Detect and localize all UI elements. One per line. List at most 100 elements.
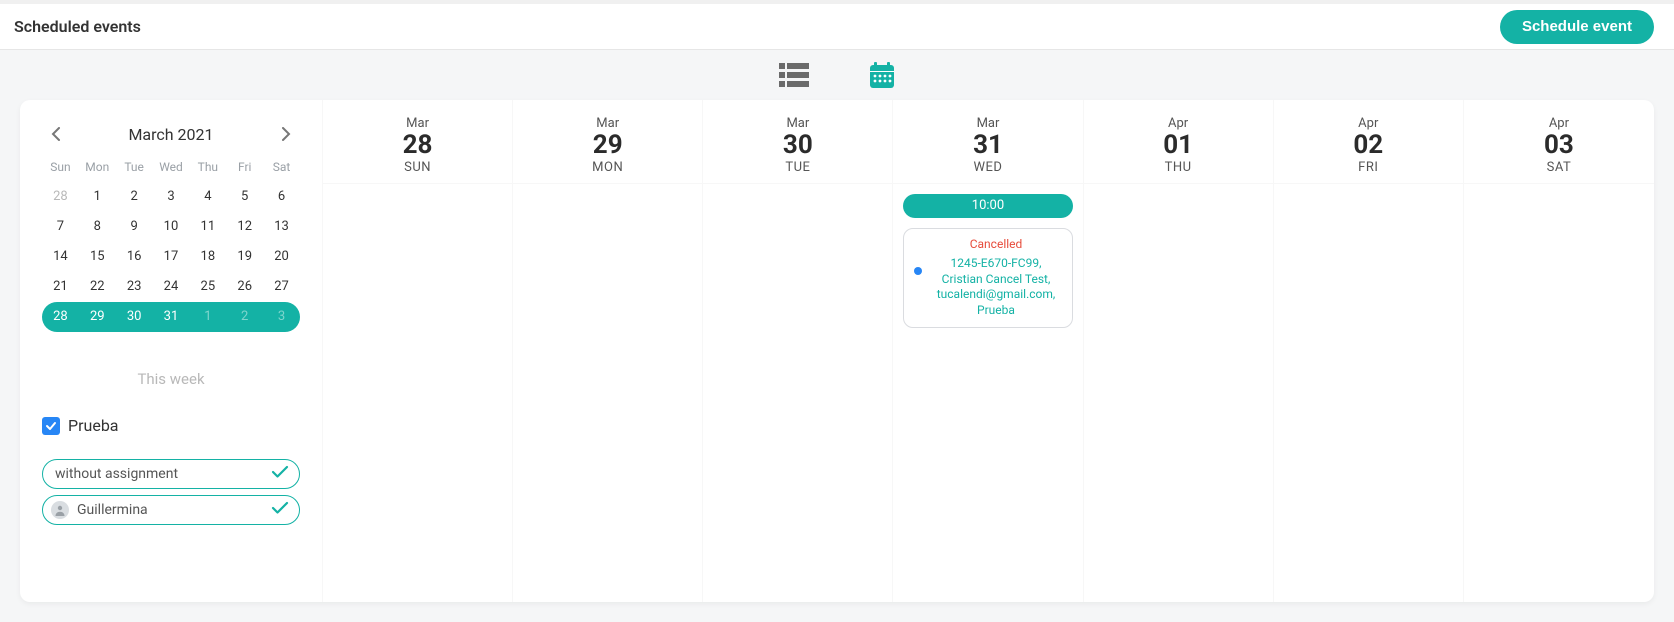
mini-cal-day[interactable]: 25 bbox=[189, 272, 226, 302]
event-type-filter[interactable]: Prueba bbox=[42, 416, 300, 435]
day-header[interactable]: Mar30TUE bbox=[703, 100, 892, 184]
day-header-num: 30 bbox=[703, 131, 892, 160]
avatar-icon bbox=[51, 501, 69, 519]
mini-cal-header: March 2021 bbox=[42, 124, 300, 144]
day-body bbox=[1084, 184, 1273, 204]
day-header-month: Apr bbox=[1084, 116, 1273, 131]
calendar-card: March 2021 Sun Mon Tue Wed Thu Fri Sat 2… bbox=[20, 100, 1654, 602]
week-grid: Mar28SUNMar29MONMar30TUEMar31WED10:00Can… bbox=[322, 100, 1654, 602]
page-header: Scheduled events Schedule event bbox=[0, 0, 1674, 50]
day-body bbox=[1464, 184, 1654, 204]
day-header-num: 02 bbox=[1274, 131, 1463, 160]
dow-label: Sun bbox=[42, 158, 79, 176]
mini-cal-day[interactable]: 8 bbox=[79, 212, 116, 242]
day-header[interactable]: Apr02FRI bbox=[1274, 100, 1463, 184]
day-header-month: Mar bbox=[893, 116, 1082, 131]
mini-cal-day[interactable]: 23 bbox=[116, 272, 153, 302]
day-header[interactable]: Mar28SUN bbox=[323, 100, 512, 184]
mini-cal-day-selected[interactable]: 31 bbox=[153, 302, 190, 332]
this-week-button[interactable]: This week bbox=[42, 370, 300, 388]
mini-cal-day-selected[interactable]: 28 bbox=[42, 302, 79, 332]
day-body bbox=[513, 184, 702, 204]
day-header-dow: FRI bbox=[1274, 160, 1463, 175]
mini-cal-day[interactable]: 13 bbox=[263, 212, 300, 242]
mini-cal-day[interactable]: 10 bbox=[153, 212, 190, 242]
mini-cal-day[interactable]: 6 bbox=[263, 182, 300, 212]
mini-cal-day-selected[interactable]: 2 bbox=[226, 302, 263, 332]
mini-cal-day[interactable]: 4 bbox=[189, 182, 226, 212]
event-type-label: Prueba bbox=[68, 416, 119, 435]
day-header-num: 28 bbox=[323, 131, 512, 160]
calendar-view-icon[interactable] bbox=[869, 62, 895, 88]
person-filter[interactable]: without assignment bbox=[42, 459, 300, 489]
page-title: Scheduled events bbox=[14, 17, 141, 36]
mini-cal-day[interactable]: 3 bbox=[153, 182, 190, 212]
day-column: Mar30TUE bbox=[703, 100, 893, 602]
day-header-num: 03 bbox=[1464, 131, 1654, 160]
sidebar: March 2021 Sun Mon Tue Wed Thu Fri Sat 2… bbox=[20, 100, 322, 602]
day-header[interactable]: Mar31WED bbox=[893, 100, 1082, 184]
mini-cal-day[interactable]: 1 bbox=[79, 182, 116, 212]
schedule-event-button[interactable]: Schedule event bbox=[1500, 10, 1654, 44]
dow-label: Wed bbox=[153, 158, 190, 176]
checkbox-checked-icon[interactable] bbox=[42, 417, 60, 435]
check-icon bbox=[271, 465, 289, 483]
mini-cal-dow-row: Sun Mon Tue Wed Thu Fri Sat bbox=[42, 158, 300, 176]
event-time-pill[interactable]: 10:00 bbox=[903, 194, 1072, 218]
day-header[interactable]: Apr01THU bbox=[1084, 100, 1273, 184]
mini-cal-day[interactable]: 20 bbox=[263, 242, 300, 272]
mini-cal-day[interactable]: 16 bbox=[116, 242, 153, 272]
mini-cal-day[interactable]: 11 bbox=[189, 212, 226, 242]
day-header-num: 29 bbox=[513, 131, 702, 160]
day-column: Mar29MON bbox=[513, 100, 703, 602]
day-header-num: 31 bbox=[893, 131, 1082, 160]
mini-cal-day[interactable]: 27 bbox=[263, 272, 300, 302]
mini-cal-day[interactable]: 5 bbox=[226, 182, 263, 212]
day-header-month: Mar bbox=[513, 116, 702, 131]
day-header-month: Apr bbox=[1274, 116, 1463, 131]
day-header-num: 01 bbox=[1084, 131, 1273, 160]
mini-cal-day[interactable]: 19 bbox=[226, 242, 263, 272]
mini-cal-day[interactable]: 9 bbox=[116, 212, 153, 242]
event-content: Cancelled1245-E670-FC99, Cristian Cancel… bbox=[930, 237, 1061, 319]
day-body bbox=[703, 184, 892, 204]
day-body bbox=[323, 184, 512, 204]
event-card[interactable]: Cancelled1245-E670-FC99, Cristian Cancel… bbox=[903, 228, 1072, 328]
dow-label: Fri bbox=[226, 158, 263, 176]
dow-label: Tue bbox=[116, 158, 153, 176]
day-header[interactable]: Mar29MON bbox=[513, 100, 702, 184]
person-filter[interactable]: Guillermina bbox=[42, 495, 300, 525]
mini-cal-day[interactable]: 28 bbox=[42, 182, 79, 212]
mini-cal-day[interactable]: 14 bbox=[42, 242, 79, 272]
mini-cal-day[interactable]: 12 bbox=[226, 212, 263, 242]
mini-cal-day[interactable]: 24 bbox=[153, 272, 190, 302]
mini-cal-day[interactable]: 21 bbox=[42, 272, 79, 302]
day-body bbox=[1274, 184, 1463, 204]
event-status: Cancelled bbox=[930, 237, 1061, 253]
mini-cal-day[interactable]: 2 bbox=[116, 182, 153, 212]
day-header-dow: WED bbox=[893, 160, 1082, 175]
mini-cal-day[interactable]: 22 bbox=[79, 272, 116, 302]
mini-cal-day[interactable]: 7 bbox=[42, 212, 79, 242]
mini-cal-day-selected[interactable]: 3 bbox=[263, 302, 300, 332]
list-view-icon[interactable] bbox=[779, 63, 809, 87]
person-filter-label: Guillermina bbox=[77, 502, 148, 518]
day-column: Mar28SUN bbox=[323, 100, 513, 602]
event-dot-icon bbox=[914, 267, 922, 275]
mini-cal-day-selected[interactable]: 29 bbox=[79, 302, 116, 332]
check-icon bbox=[271, 501, 289, 519]
day-column: Apr03SAT bbox=[1464, 100, 1654, 602]
dow-label: Thu bbox=[189, 158, 226, 176]
mini-cal-day[interactable]: 18 bbox=[189, 242, 226, 272]
mini-cal-title: March 2021 bbox=[128, 125, 213, 144]
next-month-button[interactable] bbox=[276, 124, 296, 144]
mini-cal-day[interactable]: 15 bbox=[79, 242, 116, 272]
mini-cal-day[interactable]: 26 bbox=[226, 272, 263, 302]
mini-cal-day[interactable]: 17 bbox=[153, 242, 190, 272]
mini-cal-day-selected[interactable]: 30 bbox=[116, 302, 153, 332]
day-header-dow: MON bbox=[513, 160, 702, 175]
prev-month-button[interactable] bbox=[46, 124, 66, 144]
day-header[interactable]: Apr03SAT bbox=[1464, 100, 1654, 184]
day-body: 10:00 Cancelled1245-E670-FC99, Cristian C… bbox=[893, 184, 1082, 338]
mini-cal-day-selected[interactable]: 1 bbox=[189, 302, 226, 332]
